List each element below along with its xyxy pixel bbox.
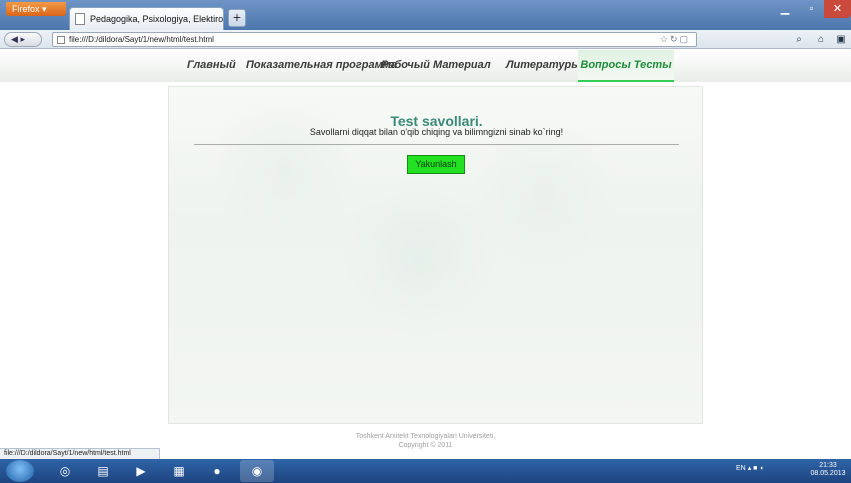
url-tools: ☆↻▢ <box>660 33 690 46</box>
taskbar-app-3[interactable]: ▶ <box>124 460 158 482</box>
extension-icon[interactable]: ▣ <box>832 32 850 47</box>
taskbar-app-4[interactable]: ▦ <box>162 460 196 482</box>
browser-navbar: ◀ ▸ file:///D:/dildora/Sayt/1/new/html/t… <box>0 30 851 49</box>
speaker-icon[interactable]: ◖ <box>759 465 763 472</box>
back-forward-buttons[interactable]: ◀ ▸ <box>4 32 42 47</box>
start-orb-icon[interactable] <box>6 460 34 482</box>
site-menu: Главный Показательная программа Рабочый … <box>0 50 851 82</box>
menu-item-main[interactable]: Главный <box>187 50 236 82</box>
back-icon[interactable]: ◀ <box>11 34 18 44</box>
url-bar[interactable]: file:///D:/dildora/Sayt/1/new/html/test.… <box>52 32 697 47</box>
clock[interactable]: 21:33 08.05.2013 <box>808 462 848 478</box>
web-page: Главный Показательная программа Рабочый … <box>0 50 851 459</box>
clock-time: 21:33 <box>819 462 837 469</box>
home-icon[interactable]: ⌂ <box>812 32 830 47</box>
search-icon[interactable]: ⌕ <box>788 32 810 47</box>
taskbar-app-5[interactable]: ● <box>200 460 234 482</box>
flag-icon[interactable]: ▴ ■ <box>748 465 758 472</box>
page-subtitle: Savollarni diqqat bilan o'qib chiqing va… <box>309 127 564 137</box>
new-tab-button[interactable]: + <box>228 9 246 27</box>
status-bar: file:///D:/dildora/Sayt/1/new/html/test.… <box>0 448 160 459</box>
browser-tab[interactable]: Pedagogika, Psixologiya, Elektiron darsl… <box>69 7 224 30</box>
bookmark-star-icon[interactable]: ☆ <box>660 34 670 44</box>
background-flower <box>469 117 619 267</box>
menu-item-program[interactable]: Показательная программа <box>246 50 397 82</box>
footer-university: Toshkent Arxitekt Texnologiyalari Univer… <box>355 433 496 440</box>
taskbar-app-2[interactable]: ▤ <box>86 460 120 482</box>
taskbar: ◎ ▤ ▶ ▦ ● ◉ EN ▴ ■ ◖ 21:33 08.05.2013 <box>0 459 851 483</box>
content-panel: Test savollari. Savollarni diqqat bilan … <box>168 86 703 424</box>
close-window-button[interactable]: ✕ <box>824 0 851 18</box>
forward-icon[interactable]: ▸ <box>20 34 25 44</box>
language-indicator[interactable]: EN <box>736 465 746 472</box>
page-icon <box>57 36 65 44</box>
taskbar-app-1[interactable]: ◎ <box>48 460 82 482</box>
system-tray: EN ▴ ■ ◖ <box>736 464 764 472</box>
menu-item-literature[interactable]: Литературы <box>506 50 581 82</box>
divider <box>194 144 679 145</box>
menu-item-tests[interactable]: Вопросы Тесты <box>578 50 674 82</box>
clock-date: 08.05.2013 <box>810 470 846 477</box>
url-text: file:///D:/dildora/Sayt/1/new/html/test.… <box>69 35 214 44</box>
taskbar-app-firefox[interactable]: ◉ <box>240 460 274 482</box>
minimize-button[interactable]: ▁ <box>771 0 799 18</box>
browser-titlebar: Firefox ▾ Pedagogika, Psixologiya, Elekt… <box>0 0 851 30</box>
tab-title: Pedagogika, Psixologiya, Elektiron darsl… <box>90 14 224 24</box>
maximize-button[interactable]: ▫ <box>799 0 824 18</box>
firefox-menu-button[interactable]: Firefox ▾ <box>6 2 66 16</box>
menu-item-material[interactable]: Рабочый Материал <box>381 50 491 82</box>
finish-button[interactable]: Yakunlash <box>407 155 465 174</box>
site-identity-icon[interactable]: ▢ <box>679 34 690 44</box>
page-icon <box>75 13 85 25</box>
firefox-menu-label: Firefox <box>12 4 40 14</box>
